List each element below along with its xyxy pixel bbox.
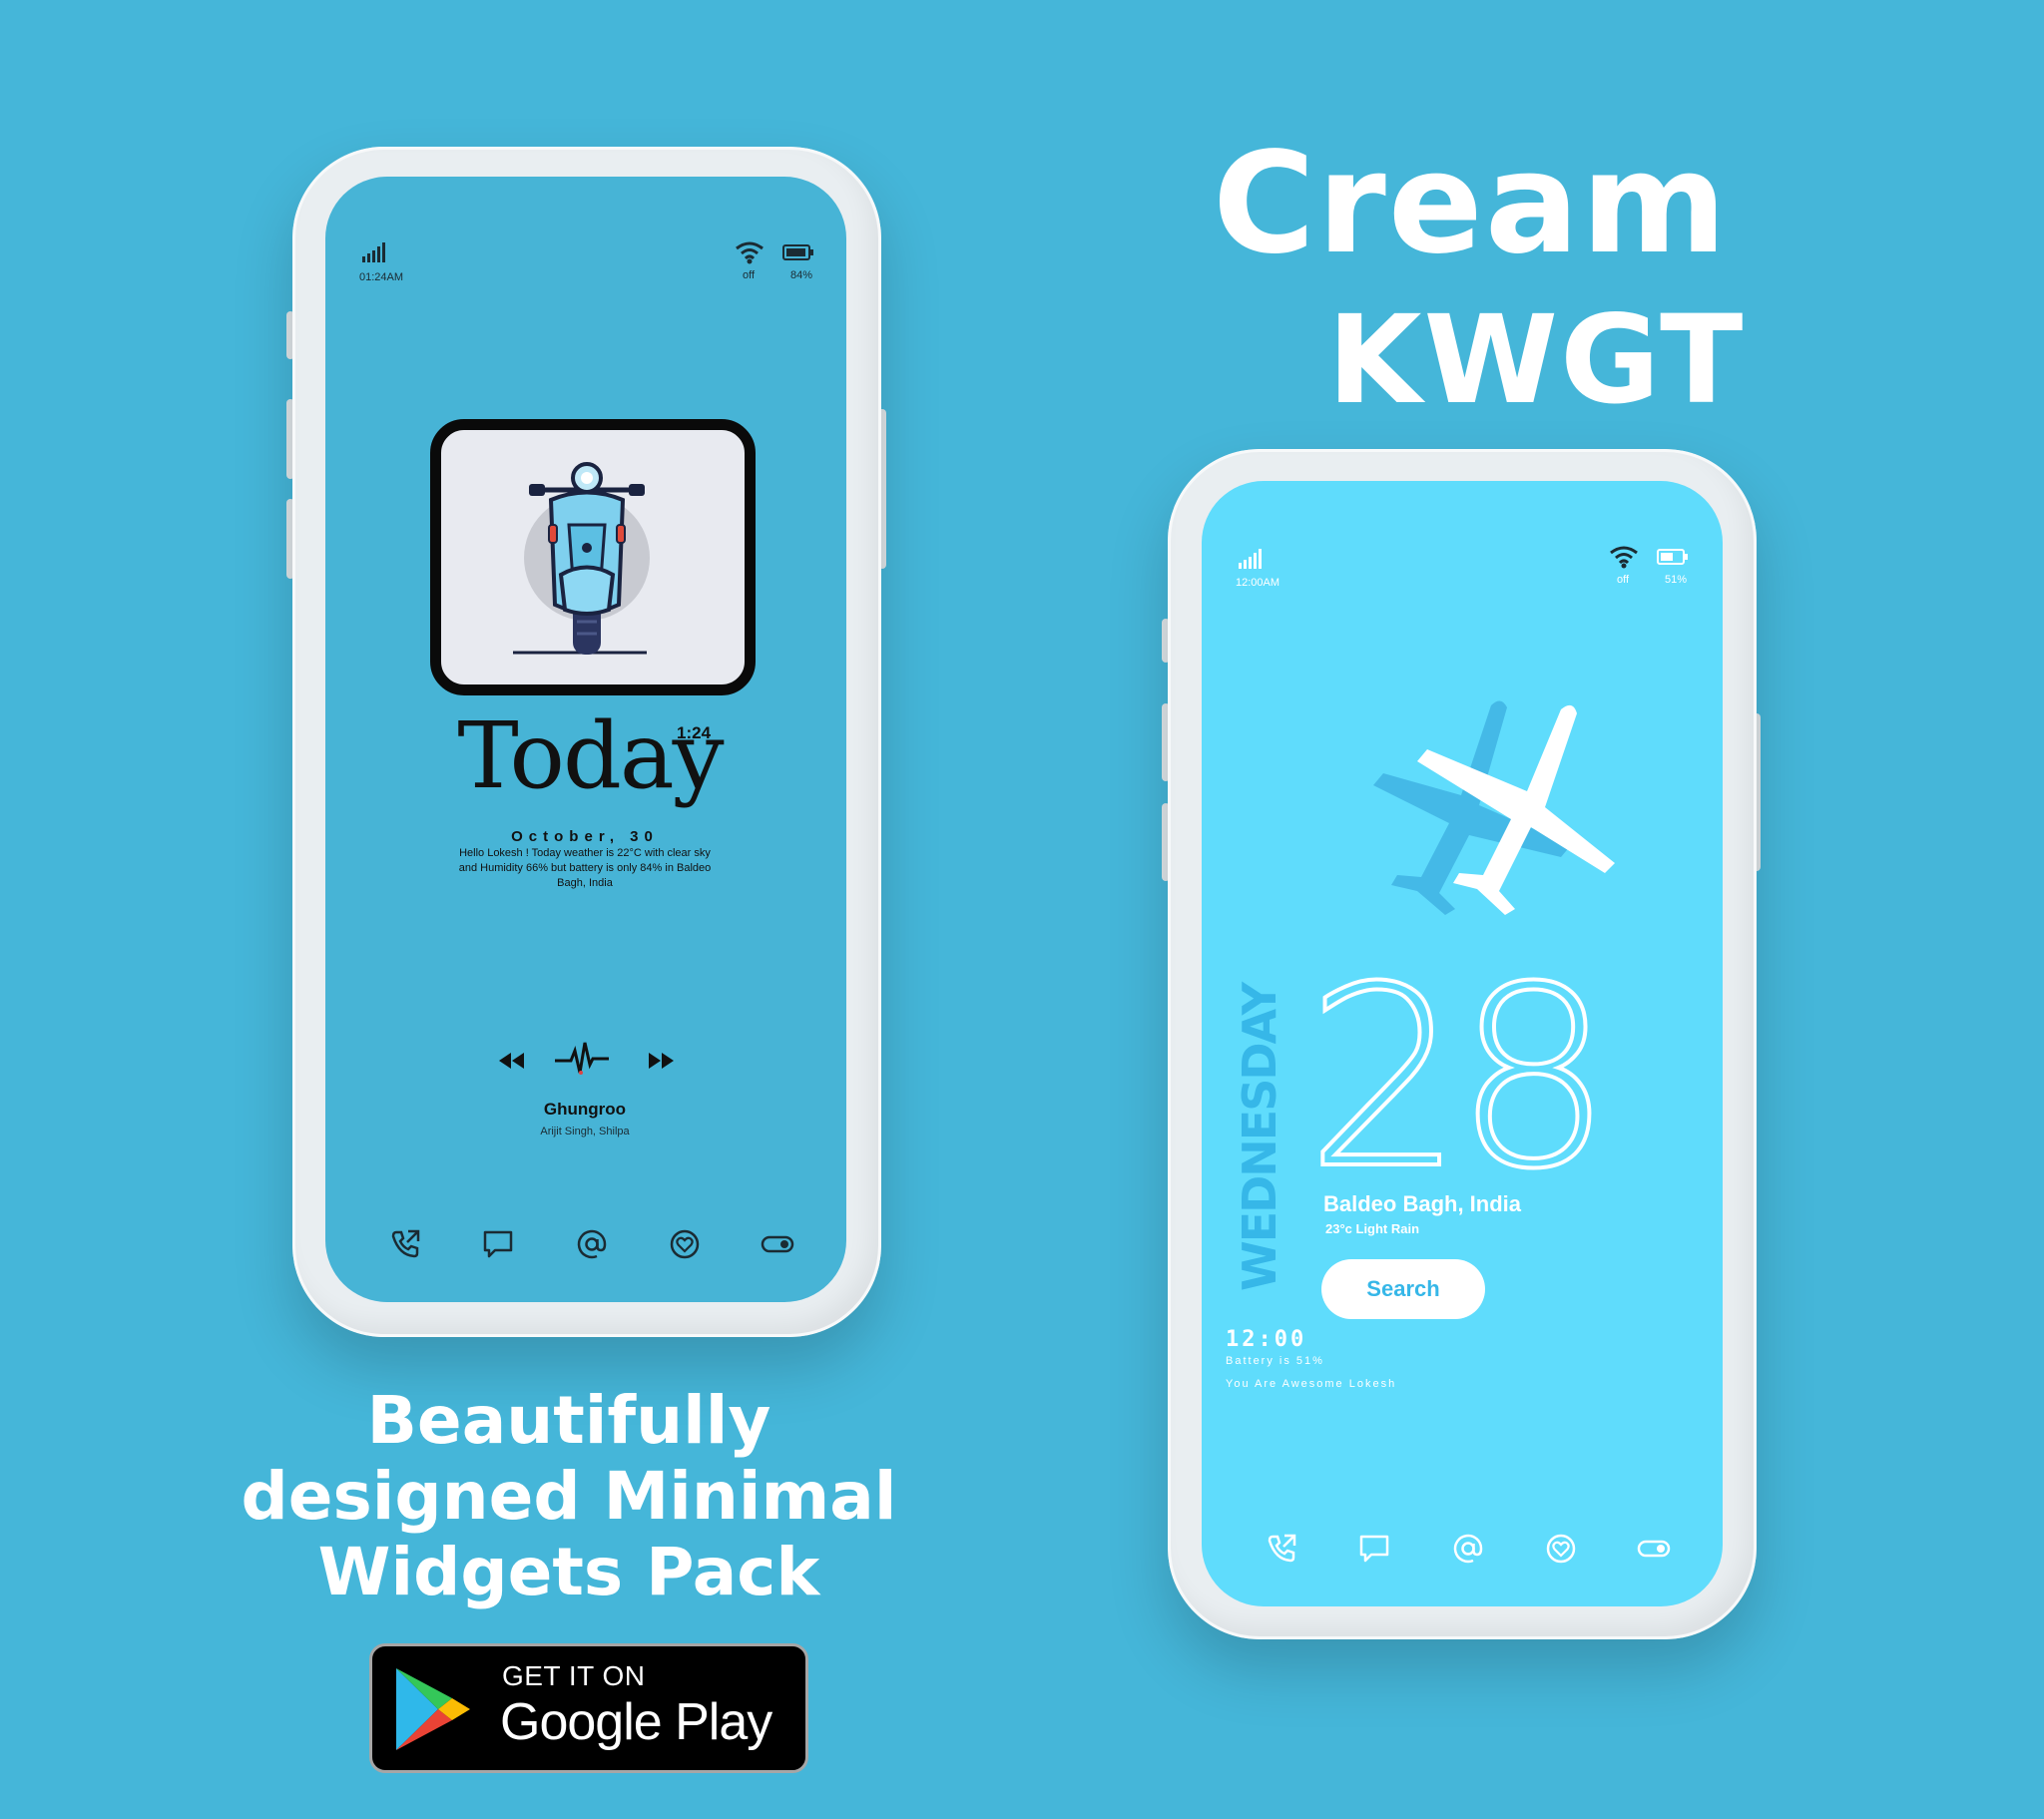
- status-time: 12:00AM: [1236, 577, 1280, 589]
- weather-label: 23°c Light Rain: [1325, 1221, 1420, 1236]
- song-title: Ghungroo: [543, 1100, 627, 1119]
- badge-small-text: GET IT ON: [502, 1660, 646, 1691]
- greeting-line: You Are Awesome Lokesh: [1226, 1378, 1397, 1390]
- heart-icon[interactable]: [1544, 1532, 1578, 1566]
- signal-icon: [362, 242, 385, 262]
- status-time: 01:24AM: [359, 271, 404, 283]
- at-icon[interactable]: [1451, 1532, 1485, 1566]
- message-icon[interactable]: [1357, 1532, 1391, 1566]
- widget-message-line3: Bagh, India: [557, 877, 613, 889]
- widget-clock: 1:24: [677, 723, 712, 742]
- badge-big-text: Google Play: [500, 1693, 772, 1751]
- google-play-icon: [396, 1668, 470, 1750]
- battery-percent: 84%: [790, 269, 813, 281]
- widget-date: October, 30: [511, 828, 659, 845]
- day-number: 28: [1303, 933, 1615, 1223]
- google-play-badge[interactable]: GET IT ON Google Play: [369, 1643, 808, 1773]
- toggle-icon[interactable]: [1637, 1532, 1671, 1566]
- location-label: Baldeo Bagh, India: [1323, 1191, 1522, 1216]
- right-phone: 12:00AM off 51% WEDNESDAY 28 Baldeo Bagh…: [1168, 449, 1757, 1639]
- left-phone: 01:24AM off 84% Today 1:24 October, 30 H…: [292, 147, 881, 1337]
- widget-message-line1: Hello Lokesh ! Today weather is 22°C wit…: [459, 847, 711, 859]
- title-cream: Cream: [1213, 123, 1730, 285]
- signal-icon: [1239, 549, 1262, 569]
- left-phone-screen: 01:24AM off 84% Today 1:24 October, 30 H…: [325, 177, 846, 1302]
- rewind-icon[interactable]: [496, 1051, 526, 1071]
- phone-icon[interactable]: [1265, 1532, 1298, 1566]
- forward-icon[interactable]: [647, 1051, 677, 1071]
- widget-message-line2: and Humidity 66% but battery is only 84%…: [458, 862, 712, 874]
- search-button[interactable]: Search: [1321, 1259, 1485, 1319]
- message-icon[interactable]: [481, 1227, 515, 1261]
- battery-icon: [1657, 549, 1688, 565]
- clock-label: 12:00: [1226, 1327, 1307, 1352]
- wifi-icon: [1610, 546, 1638, 569]
- tagline-line2: designed Minimal: [241, 1458, 897, 1535]
- battery-icon: [782, 244, 813, 260]
- song-artist: Arijit Singh, Shilpa: [540, 1126, 630, 1137]
- toggle-icon[interactable]: [761, 1227, 794, 1261]
- wifi-status: off: [1617, 574, 1630, 586]
- heart-icon[interactable]: [668, 1227, 702, 1261]
- weekday-label: WEDNESDAY: [1233, 983, 1286, 1292]
- wifi-status: off: [743, 269, 756, 281]
- title-kwgt: KWGT: [1327, 289, 1746, 431]
- wifi-icon: [736, 241, 764, 264]
- tagline-line3: Widgets Pack: [317, 1534, 820, 1610]
- phone-icon[interactable]: [388, 1227, 422, 1261]
- scooter-widget[interactable]: [430, 419, 756, 695]
- right-phone-screen: 12:00AM off 51% WEDNESDAY 28 Baldeo Bagh…: [1202, 481, 1723, 1606]
- scooter-illustration: [513, 462, 650, 655]
- tagline-line1: Beautifully: [366, 1382, 771, 1459]
- heartbeat-icon[interactable]: [555, 1039, 609, 1079]
- battery-line: Battery is 51%: [1226, 1355, 1324, 1367]
- at-icon[interactable]: [575, 1227, 609, 1261]
- airplane-icon: [1373, 700, 1615, 915]
- battery-percent: 51%: [1665, 574, 1688, 586]
